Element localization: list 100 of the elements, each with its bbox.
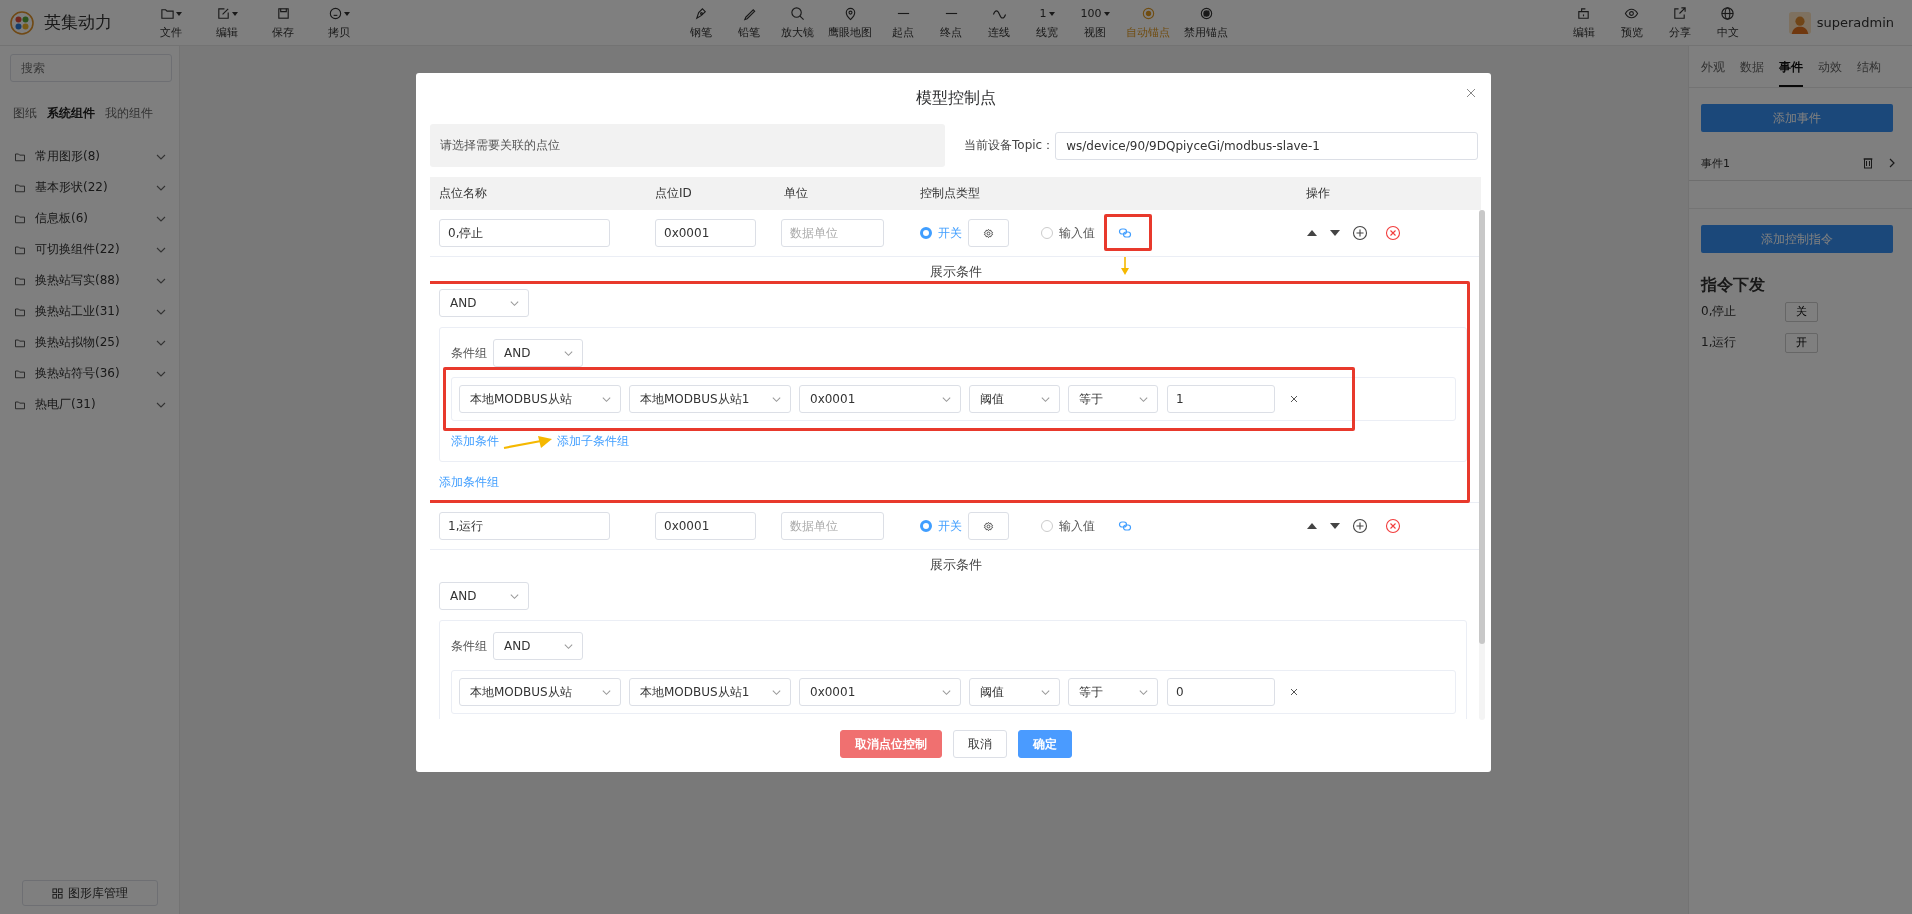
category-item[interactable]: 换热站工业(31) [10,296,169,327]
point-id-field[interactable]: 0x0001 [655,512,756,540]
unit-field[interactable]: 数据单位 [781,512,884,540]
toolbar-button[interactable]: 编辑 [1566,5,1601,40]
dropdown[interactable]: 0x0001 [799,678,961,706]
toolbar-button[interactable]: 连线 [982,5,1016,40]
toolbar-button[interactable]: 拷贝 [322,5,356,40]
radio-option[interactable]: 输入值 [1041,224,1095,242]
point-select[interactable]: 请选择需要关联的点位 [430,124,945,167]
scrollbar[interactable] [1479,210,1485,720]
close-icon[interactable] [1465,87,1477,99]
dropdown[interactable]: 0x0001 [799,385,961,413]
dropdown[interactable]: AND [439,582,529,610]
toolbar-button[interactable]: 预览 [1614,5,1649,40]
toolbar-button[interactable]: 1 线宽 [1030,5,1064,40]
event-name[interactable]: 事件1 [1701,155,1852,171]
dropdown[interactable]: 等于 [1068,385,1158,413]
dropdown[interactable]: 本地MODBUS从站 [459,678,621,706]
point-name-field[interactable]: 1,运行 [439,512,610,540]
dropdown[interactable]: 本地MODBUS从站1 [629,678,791,706]
dropdown[interactable]: AND [493,339,583,367]
remove-icon[interactable] [1385,518,1401,534]
toolbar-button[interactable]: 放大镜 [780,5,814,40]
toolbar-button[interactable]: 文件 [154,5,188,40]
add-icon[interactable] [1352,518,1368,534]
tab[interactable]: 系统组件 [47,105,95,122]
add-condition-link[interactable]: 添加条件 [451,432,499,450]
radio-option[interactable]: 开关 [920,517,962,535]
point-id-field[interactable]: 0x0001 [655,219,756,247]
add-subgroup-link[interactable]: 添加子条件组 [557,432,629,450]
toolbar-button[interactable]: 铅笔 [732,5,766,40]
link-icon[interactable] [1118,519,1132,533]
danger-button[interactable]: 取消点位控制 [839,730,942,758]
tab[interactable]: 图纸 [13,105,37,122]
dropdown[interactable]: 本地MODBUS从站1 [629,385,791,413]
tab[interactable]: 动效 [1818,59,1842,87]
column-header: 操作 [1305,185,1331,202]
topic-label: 当前设备Topic： [964,137,1055,154]
category-item[interactable]: 热电厂(31) [10,389,169,420]
add-command-button[interactable]: 添加控制指令 [1701,225,1893,253]
arrow [503,436,553,450]
section-title: 指令下发 [1701,275,1766,296]
dropdown[interactable]: 阈值 [969,678,1060,706]
remove-icon[interactable] [1385,225,1401,241]
dropdown[interactable]: AND [439,289,529,317]
point-name-field[interactable]: 0,停止 [439,219,610,247]
tab[interactable]: 外观 [1701,59,1725,87]
close-icon[interactable] [1289,687,1299,697]
category-item[interactable]: 基本形状(22) [10,172,169,203]
dropdown[interactable]: 等于 [1068,678,1158,706]
folder-icon [14,212,26,225]
toolbar-button[interactable]: 中文 [1710,5,1745,40]
add-event-button[interactable]: 添加事件 [1701,104,1893,132]
category-item[interactable]: 常用图形(8) [10,141,169,172]
toolbar-button[interactable]: 禁用锚点 [1184,5,1228,40]
command-button[interactable]: 关 [1785,301,1818,322]
link-icon[interactable] [1118,226,1132,240]
topic-field[interactable]: ws/device/90/9DQpiyceGi/modbus-slave-1 [1055,131,1479,160]
folder-icon [14,367,26,380]
settings-icon [983,520,994,532]
category-item[interactable]: 可切换组件(22) [10,234,169,265]
dropdown[interactable]: 阈值 [969,385,1060,413]
category-item[interactable]: 换热站拟物(25) [10,327,169,358]
radio-option[interactable]: 输入值 [1041,517,1095,535]
value-field[interactable]: 1 [1167,385,1275,413]
toolbar-button[interactable]: 终点 [934,5,968,40]
close-icon[interactable] [1289,394,1299,404]
toolbar-button[interactable]: 保存 [266,5,300,40]
avatar-icon[interactable] [1788,11,1811,34]
tab[interactable]: 结构 [1857,59,1881,87]
command-button[interactable]: 开 [1785,332,1818,353]
library-button[interactable]: 图形库管理 [21,880,158,906]
toolbar-button[interactable]: 编辑 [210,5,244,40]
user-name[interactable]: superadmin [1816,15,1894,30]
dropdown[interactable]: AND [493,632,583,660]
search-field[interactable]: 搜索 [10,54,172,82]
tab[interactable]: 数据 [1740,59,1764,87]
toolbar-button[interactable]: 钢笔 [684,5,718,40]
folder-icon [14,243,26,256]
default-button[interactable]: 取消 [952,730,1007,758]
toolbar-button[interactable]: 100 视图 [1078,5,1112,40]
command-name: 1,运行 [1701,334,1738,351]
add-icon[interactable] [1352,225,1368,241]
toolbar-button[interactable]: 起点 [886,5,920,40]
toolbar-button[interactable]: 鹰眼地图 [828,5,872,40]
pencil-icon [741,6,757,21]
toolbar-button[interactable]: 分享 [1662,5,1697,40]
tab[interactable]: 事件 [1779,59,1803,87]
trash-icon[interactable] [1862,157,1874,169]
primary-button[interactable]: 确定 [1017,730,1072,758]
radio-option[interactable]: 开关 [920,224,962,242]
add-group-link[interactable]: 添加条件组 [439,473,499,491]
category-item[interactable]: 信息板(6) [10,203,169,234]
category-item[interactable]: 换热站符号(36) [10,358,169,389]
tab[interactable]: 我的组件 [105,105,153,122]
dropdown[interactable]: 本地MODBUS从站 [459,385,621,413]
category-item[interactable]: 换热站写实(88) [10,265,169,296]
caret-icon [344,11,350,16]
unit-field[interactable]: 数据单位 [781,219,884,247]
value-field[interactable]: 0 [1167,678,1275,706]
